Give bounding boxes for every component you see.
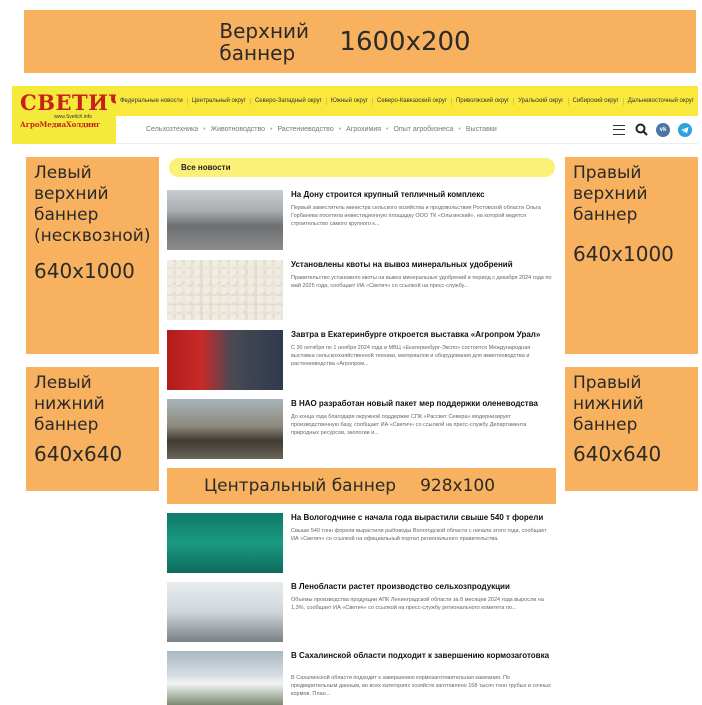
site-header: СВЕТИЧ www.Svetich.info АгроМедиаХолдинг… xyxy=(12,86,698,144)
topic-link-machinery[interactable]: Сельхозтехника xyxy=(146,126,198,133)
news-title[interactable]: Завтра в Екатеринбурге откроется выставк… xyxy=(291,330,555,340)
news-excerpt: Первый заместитель министра сельского хо… xyxy=(291,205,541,227)
topic-nav: Сельхозтехника • Животноводство • Растен… xyxy=(116,116,698,144)
topic-link-crops[interactable]: Растениеводство xyxy=(277,126,333,133)
news-title[interactable]: На Вологодчине с начала года вырастили с… xyxy=(291,513,555,523)
news-excerpt: В Сахалинской области подходит к заверше… xyxy=(291,675,551,697)
top-banner[interactable]: Верхний баннер 1600x200 xyxy=(24,10,696,73)
left-bottom-banner[interactable]: Левый нижний баннер 640x640 xyxy=(26,367,159,491)
news-item[interactable]: Завтра в Екатеринбурге откроется выставк… xyxy=(167,330,557,394)
left-top-banner[interactable]: Левый верхний баннер (несквозной) 640x10… xyxy=(26,157,159,354)
topic-link-livestock[interactable]: Животноводство xyxy=(211,126,265,133)
region-link-volga[interactable]: Приволжский округ xyxy=(450,97,513,105)
region-link-northwest[interactable]: Северо-Западный округ xyxy=(249,97,326,105)
top-banner-label: Верхний баннер xyxy=(219,18,310,65)
header-icons: vk xyxy=(612,122,698,137)
news-thumbnail[interactable] xyxy=(167,399,283,459)
right-top-banner-size: 640x1000 xyxy=(573,242,674,266)
news-title[interactable]: В Ленобласти растет производство сельхоз… xyxy=(291,582,555,592)
section-title[interactable]: Все новости xyxy=(169,158,555,177)
top-banner-size: 1600x200 xyxy=(339,26,471,57)
region-link-south[interactable]: Южный округ xyxy=(325,97,372,105)
left-bottom-banner-size: 640x640 xyxy=(34,442,123,466)
topic-separator: • xyxy=(458,126,461,133)
news-item[interactable]: На Вологодчине с начала года вырастили с… xyxy=(167,513,557,577)
news-item[interactable]: На Дону строится крупный тепличный компл… xyxy=(167,190,557,254)
topic-separator: • xyxy=(338,126,342,133)
right-top-banner[interactable]: Правый верхний баннер 640x1000 xyxy=(565,157,698,354)
left-top-banner-size: 640x1000 xyxy=(34,259,135,283)
news-excerpt: Объемы производства продукции АПК Ленинг… xyxy=(291,597,544,611)
topic-separator: • xyxy=(203,126,206,133)
news-excerpt: Свыше 540 тонн форели вырастили рыбоводы… xyxy=(291,528,547,542)
news-title[interactable]: В НАО разработан новый пакет мер поддерж… xyxy=(291,399,555,409)
region-link-north-caucasus[interactable]: Северо-Кавказский округ xyxy=(372,97,451,105)
vk-icon[interactable]: vk xyxy=(656,122,670,137)
right-top-banner-label: Правый верхний баннер xyxy=(573,163,648,225)
news-thumbnail[interactable] xyxy=(167,582,283,642)
logo-name: СВЕТИЧ xyxy=(20,90,129,115)
topic-link-agrochemistry[interactable]: Агрохимия xyxy=(346,126,381,133)
news-thumbnail[interactable] xyxy=(167,190,283,250)
logo-holding: АгроМедиаХолдинг xyxy=(20,120,101,129)
topic-separator: • xyxy=(386,126,389,133)
news-item[interactable]: Установлены квоты на вывоз минеральных у… xyxy=(167,260,557,324)
telegram-icon[interactable] xyxy=(678,122,692,137)
right-bottom-banner-label: Правый нижний баннер xyxy=(573,373,644,435)
news-thumbnail[interactable] xyxy=(167,651,283,705)
news-item[interactable]: В Сахалинской области подходит к заверше… xyxy=(167,651,557,705)
news-excerpt: Правительство установило квоты на вывоз … xyxy=(291,275,552,289)
news-item[interactable]: В Ленобласти растет производство сельхоз… xyxy=(167,582,557,646)
news-thumbnail[interactable] xyxy=(167,260,283,320)
site-logo[interactable]: СВЕТИЧ www.Svetich.info АгроМедиаХолдинг xyxy=(12,86,129,144)
topic-link-experience[interactable]: Опыт агробизнеса xyxy=(393,126,453,133)
news-title[interactable]: В Сахалинской области подходит к заверше… xyxy=(291,651,555,661)
region-nav: Федеральные новости Центральный округ Се… xyxy=(116,86,698,116)
news-thumbnail[interactable] xyxy=(167,513,283,573)
menu-icon[interactable] xyxy=(612,123,626,137)
news-title[interactable]: Установлены квоты на вывоз минеральных у… xyxy=(291,260,555,270)
news-excerpt: С 30 октября по 1 ноября 2024 года в МВЦ… xyxy=(291,345,531,367)
news-excerpt: До конца года благодаря окружной поддерж… xyxy=(291,414,527,436)
left-bottom-banner-label: Левый нижний баннер xyxy=(34,373,105,435)
center-banner[interactable]: Центральный баннер 928x100 xyxy=(167,468,556,504)
search-icon[interactable] xyxy=(634,123,648,137)
region-link-federal[interactable]: Федеральные новости xyxy=(116,98,187,105)
topic-link-exhibitions[interactable]: Выставки xyxy=(466,126,497,133)
region-link-ural[interactable]: Уральский округ xyxy=(513,97,567,105)
right-bottom-banner[interactable]: Правый нижний баннер 640x640 xyxy=(565,367,698,491)
news-item[interactable]: В НАО разработан новый пакет мер поддерж… xyxy=(167,399,557,463)
news-thumbnail[interactable] xyxy=(167,330,283,390)
region-link-central[interactable]: Центральный округ xyxy=(186,97,250,105)
center-banner-label: Центральный баннер xyxy=(203,476,397,496)
center-banner-size: 928x100 xyxy=(420,476,496,496)
region-link-siberia[interactable]: Сибирский округ xyxy=(567,97,623,105)
left-top-banner-label: Левый верхний баннер (несквозной) xyxy=(34,163,151,246)
news-title[interactable]: На Дону строится крупный тепличный компл… xyxy=(291,190,555,200)
region-link-far-east[interactable]: Дальневосточный округ xyxy=(622,97,698,105)
topic-separator: • xyxy=(270,126,273,133)
right-bottom-banner-size: 640x640 xyxy=(573,442,662,466)
